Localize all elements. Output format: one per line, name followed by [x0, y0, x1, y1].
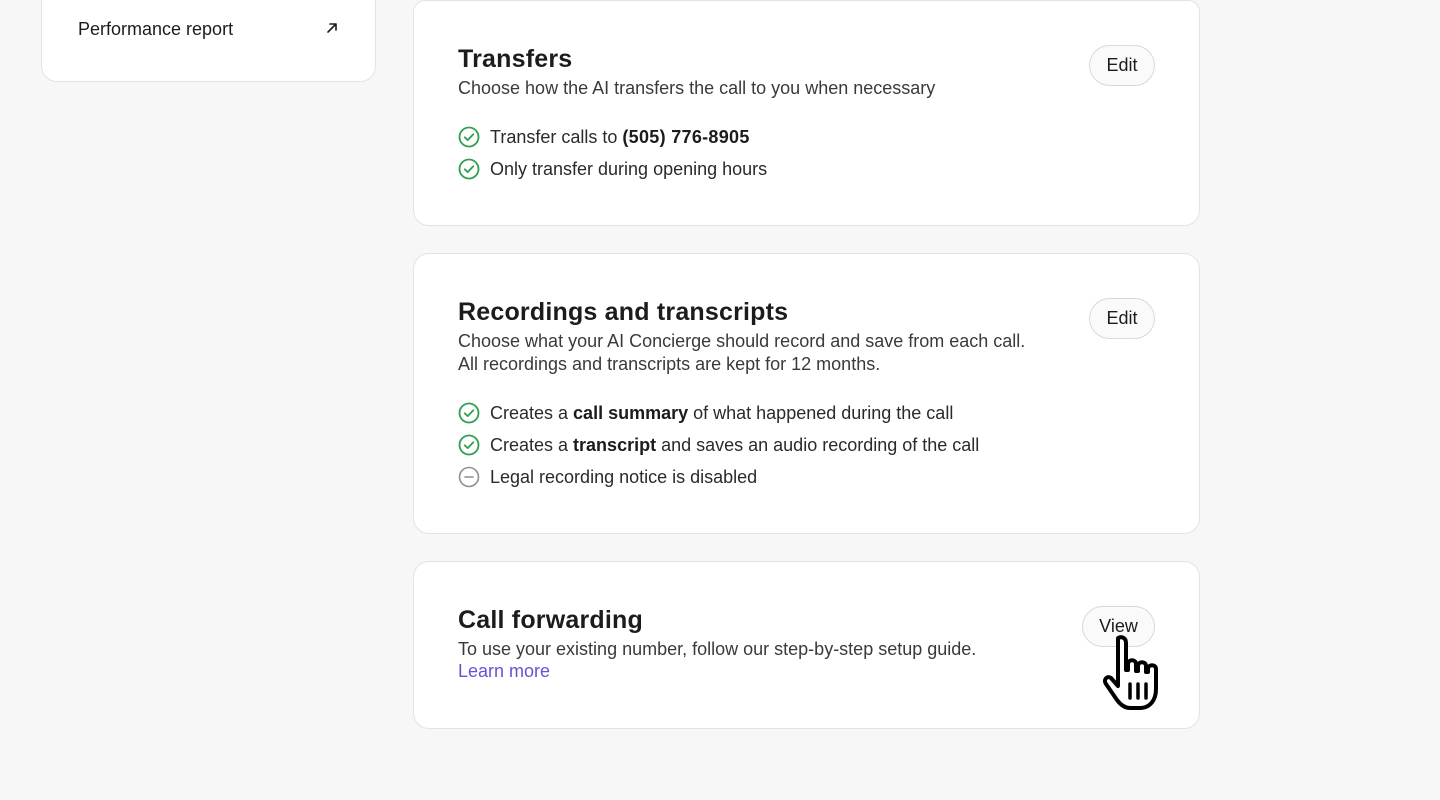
check-circle-icon: [458, 434, 480, 456]
transcript-suffix: and saves an audio recording of the call: [656, 434, 980, 455]
recordings-description: Choose what your AI Concierge should rec…: [458, 331, 1026, 374]
transcript-item: Creates a transcript and saves an audio …: [458, 434, 979, 456]
legal-notice-text: Legal recording notice is disabled: [490, 466, 758, 487]
call-forwarding-card: Call forwarding To use your existing num…: [413, 561, 1200, 729]
call-summary-item: Creates a call summary of what happened …: [458, 402, 953, 424]
call-summary-strong: call summary: [573, 402, 689, 423]
transfers-edit-button[interactable]: Edit: [1089, 45, 1155, 86]
transfer-number-item: Transfer calls to (505) 776-8905: [458, 126, 750, 148]
transcript-prefix: Creates a: [490, 434, 574, 455]
check-circle-icon: [458, 126, 480, 148]
recordings-card: Recordings and transcripts Choose what y…: [413, 253, 1200, 534]
transfer-phone-number: (505) 776-8905: [622, 126, 750, 147]
transfer-hours-text: Only transfer during opening hours: [490, 158, 768, 179]
call-summary-prefix: Creates a: [490, 402, 574, 423]
performance-report-label: Performance report: [78, 19, 234, 39]
transfers-title: Transfers: [458, 45, 573, 73]
sidebar-card: Performance report: [41, 0, 376, 82]
check-circle-icon: [458, 158, 480, 180]
call-summary-suffix: of what happened during the call: [688, 402, 954, 423]
recordings-edit-button[interactable]: Edit: [1089, 298, 1155, 339]
transfers-card: Transfers Choose how the AI transfers th…: [413, 0, 1200, 226]
minus-circle-icon: [458, 466, 480, 488]
transfer-number-prefix: Transfer calls to: [490, 126, 623, 147]
check-circle-icon: [458, 402, 480, 424]
legal-notice-item: Legal recording notice is disabled: [458, 466, 757, 488]
transcript-strong: transcript: [573, 434, 657, 455]
call-forwarding-description: To use your existing number, follow our …: [458, 639, 977, 659]
transfer-hours-item: Only transfer during opening hours: [458, 158, 767, 180]
recordings-title: Recordings and transcripts: [458, 298, 789, 326]
call-forwarding-view-button[interactable]: View: [1082, 606, 1155, 647]
call-forwarding-title: Call forwarding: [458, 606, 643, 634]
settings-page: Performance report Transfers Choose how …: [0, 0, 1440, 800]
transfers-description: Choose how the AI transfers the call to …: [458, 78, 936, 98]
arrow-up-right-icon: [325, 19, 339, 40]
learn-more-link[interactable]: Learn more: [458, 661, 550, 682]
performance-report-link[interactable]: Performance report: [78, 19, 339, 40]
